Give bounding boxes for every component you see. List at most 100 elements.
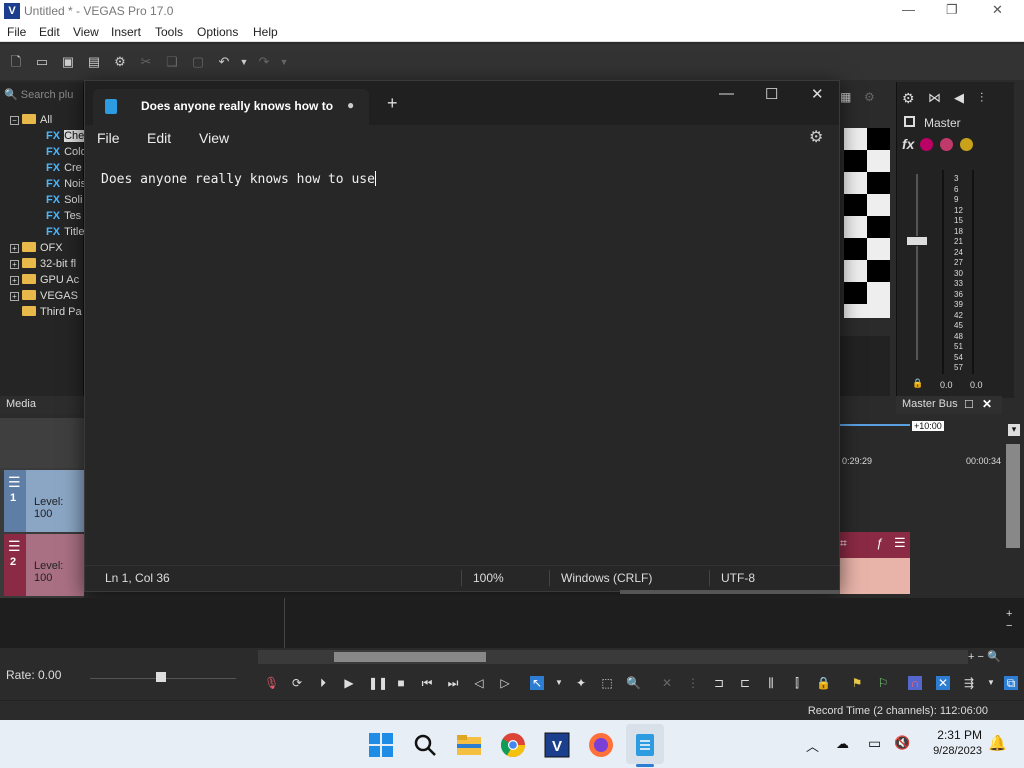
tree-item-folder-0[interactable]: + OFX (10, 242, 84, 254)
tree-item-fx-5[interactable]: FX Tes (46, 210, 84, 222)
maximize-panel-icon[interactable]: ☐ (964, 398, 974, 411)
fader-handle[interactable] (906, 236, 928, 246)
envelope-tool-icon[interactable]: ✦ (574, 676, 588, 690)
scrollbar-thumb[interactable] (334, 652, 486, 662)
notification-bell-icon[interactable]: 🔔 (988, 734, 1007, 752)
play-icon[interactable]: ▶ (342, 676, 356, 690)
clock-date[interactable]: 9/28/2023 (924, 745, 982, 757)
line-ending[interactable]: Windows (CRLF) (561, 571, 652, 585)
restore-icon[interactable]: ❐ (946, 2, 958, 18)
rate-slider-handle[interactable] (156, 672, 166, 682)
undo-icon[interactable]: ↶ (216, 54, 232, 70)
stop-icon[interactable]: ■ (394, 676, 408, 690)
zoom-tool-icon[interactable]: 🔍 (626, 676, 641, 690)
new-tab-button[interactable]: + (387, 93, 398, 114)
lock-icon[interactable]: 🔒 (912, 378, 923, 389)
collapse-icon[interactable]: − (10, 116, 19, 125)
ripple-edit-icon[interactable]: ⇶ (962, 676, 976, 690)
master-checkbox[interactable] (904, 116, 915, 127)
fx-chain-icon[interactable]: fx (902, 136, 914, 152)
preview-toolbar-icon-2[interactable]: ⚙ (864, 90, 878, 104)
tree-item-fx-3[interactable]: FX Nois (46, 178, 84, 190)
unsaved-dot-icon[interactable]: ● (347, 98, 354, 112)
tree-item-folder-2[interactable]: + GPU Ac (10, 274, 84, 286)
tree-item-folder-3[interactable]: + VEGAS (10, 290, 84, 302)
track2-clip-thumbnail[interactable] (840, 558, 910, 594)
notepad-minimize-icon[interactable]: — (719, 85, 734, 102)
pause-icon[interactable]: ❚❚ (368, 676, 388, 690)
loop-icon[interactable]: ⟳ (290, 676, 304, 690)
track-2[interactable]: ☰ 2 Level: 100 (4, 534, 84, 596)
redo-dropdown-icon[interactable]: ▼ (276, 54, 292, 70)
go-to-start-icon[interactable]: ⏮ (420, 676, 434, 690)
chevron-up-icon[interactable]: ︿ (806, 736, 819, 755)
plugin-icon-1[interactable] (920, 138, 933, 151)
preview-toolbar-icon[interactable]: ▦ (840, 90, 854, 104)
plugin-icon-2[interactable] (940, 138, 953, 151)
mixer-mute-icon[interactable]: ⋈ (928, 90, 941, 106)
notepad-menu-edit[interactable]: Edit (147, 130, 171, 146)
timeline-comment-icon[interactable]: ▾ (1008, 424, 1020, 436)
search-icon[interactable] (412, 732, 438, 758)
vertical-scrollbar[interactable] (1006, 444, 1020, 548)
mixer-faders-icon[interactable]: ⫶ (980, 90, 983, 106)
ripple-icon[interactable]: ⫿ (790, 676, 804, 690)
notepad-menu-file[interactable]: File (97, 130, 120, 146)
tree-item-fx-1[interactable]: FX Colo (46, 146, 84, 158)
menu-tools[interactable]: Tools (155, 25, 183, 39)
encoding[interactable]: UTF-8 (721, 571, 755, 585)
notepad-tab[interactable]: Does anyone really knows how to u ● (93, 89, 369, 125)
save-icon[interactable]: ▣ (60, 54, 76, 70)
close-icon[interactable]: ✕ (992, 2, 1003, 18)
menu-help[interactable]: Help (253, 25, 278, 39)
track-1[interactable]: ☰ 1 Level: 100 (4, 470, 84, 532)
plugin-icon-3[interactable] (960, 138, 973, 151)
edit-tool-dropdown-icon[interactable]: ▼ (552, 676, 566, 690)
zoom-vertical-controls[interactable]: + − (1006, 608, 1020, 648)
tree-item-fx-4[interactable]: FX Soli (46, 194, 84, 206)
mixer-speaker-icon[interactable]: ◀ (954, 90, 964, 106)
plugin-search[interactable]: 🔍 Search plu (4, 88, 84, 106)
chrome-icon[interactable] (500, 732, 526, 758)
previous-frame-icon[interactable]: ◁ (472, 676, 486, 690)
onedrive-icon[interactable]: ☁ (836, 736, 849, 752)
tree-item-folder-4[interactable]: Third Pa (22, 306, 84, 318)
render-icon[interactable]: ▤ (86, 54, 102, 70)
minimize-icon[interactable]: — (902, 2, 915, 17)
tree-item-fx-6[interactable]: FX Title (46, 226, 84, 238)
clock-time[interactable]: 2:31 PM (934, 728, 982, 742)
open-icon[interactable]: ▭ (34, 54, 50, 70)
mixer-settings-gear-icon[interactable]: ⚙ (902, 90, 915, 107)
split-icon[interactable]: ⫼ (764, 676, 778, 690)
clip-crop-icon[interactable]: ⌗ (840, 536, 847, 551)
tree-item-all[interactable]: − All (10, 114, 84, 126)
marker-icon[interactable]: ⚑ (850, 676, 864, 690)
lock-events-icon[interactable]: 🔒 (816, 676, 831, 690)
notepad-taskbar-icon[interactable] (632, 732, 658, 758)
display-icon[interactable]: ▭ (868, 735, 881, 752)
expand-icon[interactable]: + (10, 292, 19, 301)
go-to-end-icon[interactable]: ⏭ (446, 676, 460, 690)
next-frame-icon[interactable]: ▷ (498, 676, 512, 690)
selection-tool-icon[interactable]: ⬚ (600, 676, 614, 690)
undo-dropdown-icon[interactable]: ▼ (236, 54, 252, 70)
media-tab[interactable]: Media (0, 396, 84, 414)
cut-icon[interactable]: ✂ (138, 54, 154, 70)
track-menu-icon[interactable]: ☰ (8, 474, 21, 491)
vegas-taskbar-icon[interactable]: V (544, 732, 570, 758)
clip-menu-icon[interactable]: ☰ (894, 535, 906, 551)
expand-icon[interactable]: + (10, 276, 19, 285)
copy-icon[interactable]: ❏ (164, 54, 180, 70)
tree-item-fx-2[interactable]: FX Cre (46, 162, 84, 174)
lock-envelopes-icon[interactable]: ⧉ (1004, 676, 1018, 690)
menu-edit[interactable]: Edit (39, 25, 60, 39)
firefox-icon[interactable] (588, 732, 614, 758)
trim-icon[interactable]: ⋮ (686, 676, 700, 690)
record-mic-icon[interactable]: 🎙 (264, 676, 279, 690)
tree-item-fx-0[interactable]: FX Che (46, 130, 84, 142)
menu-file[interactable]: File (7, 25, 26, 39)
file-explorer-icon[interactable] (456, 732, 482, 758)
notepad-maximize-icon[interactable]: ☐ (765, 85, 778, 103)
menu-options[interactable]: Options (197, 25, 238, 39)
delete-icon[interactable]: ✕ (660, 676, 674, 690)
